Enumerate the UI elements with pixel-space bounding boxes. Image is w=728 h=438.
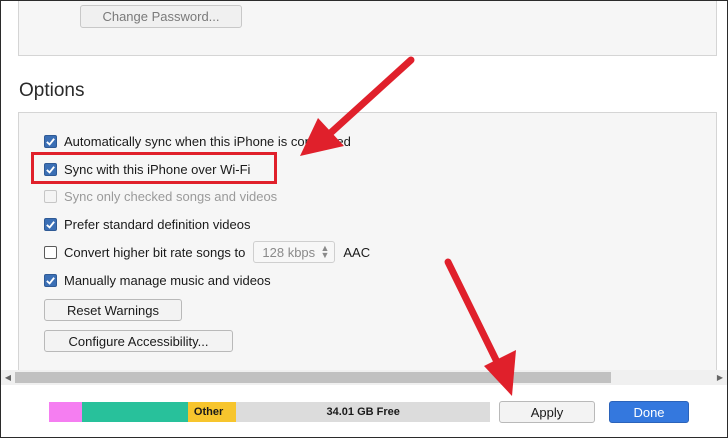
annotation-highlight-box xyxy=(31,152,277,184)
scroll-left-icon[interactable]: ◀ xyxy=(1,370,15,385)
checkmark-icon xyxy=(46,220,55,229)
option-convert-bitrate[interactable]: Convert higher bit rate songs to 128 kbp… xyxy=(44,241,371,263)
change-password-button[interactable]: Change Password... xyxy=(80,5,242,28)
option-sync-checked-only: Sync only checked songs and videos xyxy=(44,187,277,205)
storage-segment-label: 34.01 GB Free xyxy=(326,406,400,418)
storage-segment-0 xyxy=(49,402,83,422)
manual-manage-label: Manually manage music and videos xyxy=(64,272,271,288)
stepper-arrows-icon: ▲ ▼ xyxy=(320,243,330,260)
backup-panel: Change Password... xyxy=(18,0,717,56)
options-section-title: Options xyxy=(19,80,85,101)
apply-button[interactable]: Apply xyxy=(499,401,595,423)
standard-definition-label: Prefer standard definition videos xyxy=(64,216,251,232)
sync-checked-only-label: Sync only checked songs and videos xyxy=(64,188,278,204)
storage-segment-3: 34.01 GB Free xyxy=(236,402,490,422)
manual-manage-checkbox[interactable] xyxy=(44,273,57,287)
bitrate-select-value: 128 kbps xyxy=(262,244,316,260)
configure-accessibility-button[interactable]: Configure Accessibility... xyxy=(44,330,233,352)
reset-warnings-button[interactable]: Reset Warnings xyxy=(44,299,182,321)
convert-bitrate-checkbox[interactable] xyxy=(44,245,57,259)
bitrate-select[interactable]: 128 kbps ▲ ▼ xyxy=(253,241,336,263)
auto-sync-checkbox[interactable] xyxy=(44,134,57,148)
checkmark-icon xyxy=(46,276,55,285)
storage-segment-2: Other xyxy=(187,402,237,422)
sync-checked-only-checkbox xyxy=(44,189,57,203)
option-standard-definition[interactable]: Prefer standard definition videos xyxy=(44,215,250,233)
bitrate-format-label: AAC xyxy=(343,244,371,260)
checkmark-icon xyxy=(46,137,55,146)
storage-segment-label: Other xyxy=(193,406,224,418)
standard-definition-checkbox[interactable] xyxy=(44,217,57,231)
storage-segment-1 xyxy=(82,402,188,422)
done-button[interactable]: Done xyxy=(609,401,689,423)
bottom-bar: Other 34.01 GB Free Apply Done xyxy=(1,385,727,437)
option-manual-manage[interactable]: Manually manage music and videos xyxy=(44,271,271,289)
auto-sync-label: Automatically sync when this iPhone is c… xyxy=(64,133,351,149)
scrollbar-thumb[interactable] xyxy=(15,372,611,383)
scroll-right-icon[interactable]: ▶ xyxy=(713,370,727,385)
storage-capacity-bar: Other 34.01 GB Free xyxy=(49,402,490,422)
convert-bitrate-label: Convert higher bit rate songs to xyxy=(64,244,246,260)
horizontal-scrollbar[interactable]: ◀ ▶ xyxy=(1,370,727,385)
option-auto-sync[interactable]: Automatically sync when this iPhone is c… xyxy=(44,132,351,150)
